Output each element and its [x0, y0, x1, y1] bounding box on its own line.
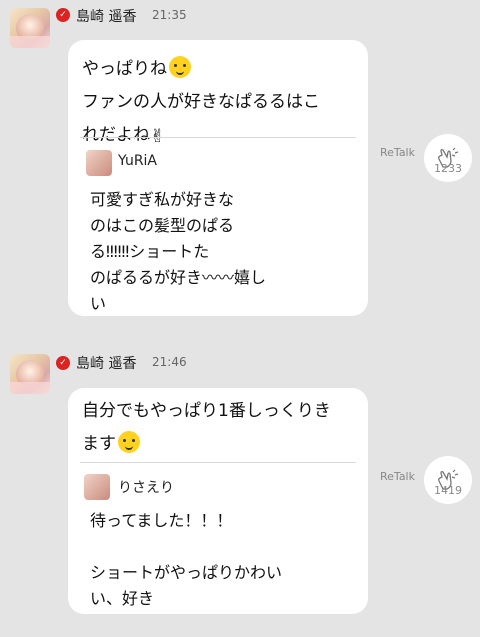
avatar-image-bottom	[10, 382, 50, 394]
divider	[80, 137, 356, 138]
clap-count: 1233	[434, 162, 462, 175]
message-text: やっぱりね ファンの人が好きなぱるるはこ れだよね✌	[82, 53, 320, 153]
quote-text: 可愛すぎ私が好きな のはこの髪型のぱる る‼‼‼ショートた のぱるるが好き〰〰嬉…	[90, 190, 267, 313]
quote-author[interactable]: YuRiA	[118, 153, 157, 169]
post-time: 21:35	[152, 8, 187, 22]
author-name[interactable]: 島崎 遥香	[76, 6, 136, 26]
verified-badge-icon: ✓	[56, 8, 70, 22]
emoji-icon	[118, 431, 140, 453]
quote-avatar[interactable]	[86, 150, 112, 176]
divider	[80, 462, 356, 463]
message-line: れだよね	[82, 125, 150, 145]
message-line: ます	[82, 434, 116, 454]
message-line: やっぱりね	[82, 59, 167, 79]
clap-count: 1419	[434, 484, 462, 497]
author-avatar[interactable]	[10, 354, 50, 394]
emoji-icon	[169, 56, 191, 78]
quote-avatar[interactable]	[84, 474, 110, 500]
retalk-button[interactable]: ReTalk	[380, 146, 415, 159]
message-line: 自分でもやっぱり1番しっくりき	[82, 401, 331, 421]
message-line: ファンの人が好きなぱるるはこ	[82, 92, 320, 112]
quote-text: 待ってました！！！ ショートがやっぱりかわい い、好き	[90, 511, 283, 608]
avatar-image-bottom	[10, 36, 50, 48]
retalk-button[interactable]: ReTalk	[380, 470, 415, 483]
author-avatar[interactable]	[10, 8, 50, 48]
author-name[interactable]: 島崎 遥香	[76, 353, 136, 373]
message-bubble[interactable]: 自分でもやっぱり1番しっくりき ます りさえり 待ってました！！！ ショートがや…	[68, 388, 368, 614]
verified-badge-icon: ✓	[56, 356, 70, 370]
quote-author[interactable]: りさえり	[118, 477, 174, 497]
post-time: 21:46	[152, 355, 187, 369]
message-text: 自分でもやっぱり1番しっくりき ます	[82, 395, 331, 461]
message-bubble[interactable]: やっぱりね ファンの人が好きなぱるるはこ れだよね✌ YuRiA 可愛すぎ私が好…	[68, 40, 368, 316]
